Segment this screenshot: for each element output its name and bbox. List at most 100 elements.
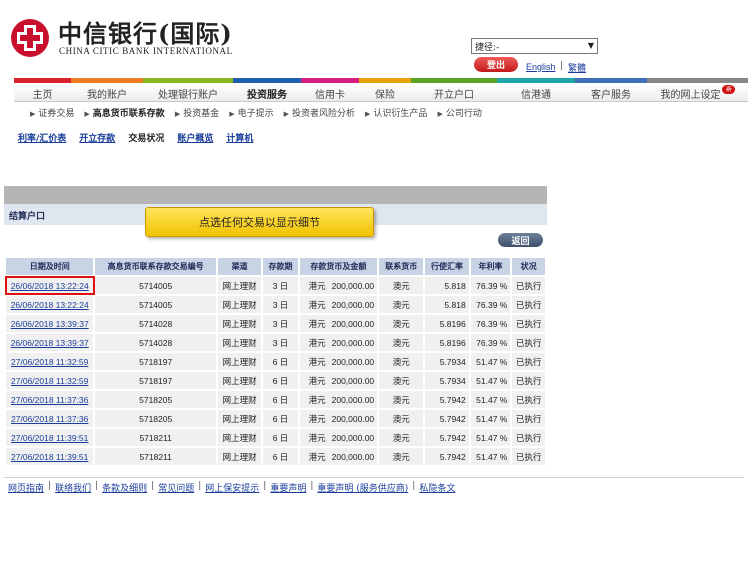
cell-amount: 港元 200,000.00 bbox=[299, 429, 378, 446]
table-row[interactable]: 26/06/2018 13:22:24 5714005 网上理财 3 日港元 200,0… bbox=[6, 296, 545, 313]
footer-link[interactable]: 联络我们 bbox=[55, 481, 91, 494]
cell-amount: 港元 200,000.00 bbox=[299, 372, 378, 389]
page: 中信银行(国际) CHINA CITIC BANK INTERNATIONAL … bbox=[0, 0, 748, 561]
nav-item-home[interactable]: 主页 bbox=[14, 84, 71, 102]
cell-channel: 网上理财 bbox=[217, 315, 262, 332]
cell-rate: 5.7942 bbox=[425, 391, 469, 408]
transaction-link[interactable]: 27/06/2018 11:39:51 bbox=[11, 452, 88, 462]
transaction-link[interactable]: 27/06/2018 11:37:36 bbox=[11, 414, 88, 424]
cell-datetime-link[interactable]: 26/06/2018 13:22:24 bbox=[6, 296, 94, 313]
tab-rates[interactable]: 利率/汇价表 bbox=[18, 131, 66, 144]
sub-nav-item-linked-deposit[interactable]: ▶ 高息货币联系存款 bbox=[84, 106, 164, 119]
table-row[interactable]: 27/06/2018 11:32:59 5718197 网上理财 6 日港元 200,0… bbox=[6, 372, 545, 389]
nav-item-customer-service[interactable]: 客户服务 bbox=[575, 84, 647, 102]
nav-item-insurance[interactable]: 保险 bbox=[359, 84, 411, 102]
transaction-link[interactable]: 26/06/2018 13:39:37 bbox=[11, 338, 89, 348]
col-header-status: 状况 bbox=[512, 258, 545, 275]
tab-account-overview[interactable]: 账户概览 bbox=[177, 131, 213, 144]
table-row[interactable]: 27/06/2018 11:37:36 5718205 网上理财 6 日港元 200,0… bbox=[6, 391, 545, 408]
nav-item-open-account[interactable]: 开立户口 bbox=[411, 84, 497, 102]
quick-link-select[interactable]: 捷径:- ▼ bbox=[471, 38, 598, 54]
footer-link[interactable]: 重要声明 bbox=[270, 481, 306, 494]
transaction-link[interactable]: 26/06/2018 13:22:24 bbox=[11, 300, 89, 310]
col-header-amount: 存款货币及金额 bbox=[299, 258, 378, 275]
tab-calculator[interactable]: 计算机 bbox=[226, 131, 253, 144]
sub-nav-label: 证券交易 bbox=[38, 109, 75, 119]
cell-ref: 5718197 bbox=[95, 353, 216, 370]
nav-item-credit-card[interactable]: 信用卡 bbox=[301, 84, 359, 102]
cell-datetime-link[interactable]: 27/06/2018 11:32:59 bbox=[6, 353, 94, 370]
nav-item-my-settings[interactable]: 我的网上设定 新 bbox=[647, 84, 748, 102]
table-row[interactable]: 27/06/2018 11:39:51 5718211 网上理财 6 日港元 200,0… bbox=[6, 448, 545, 465]
footer-link[interactable]: 重要声明 (服务供应商) bbox=[317, 481, 408, 494]
cell-rate: 5.7934 bbox=[425, 353, 469, 370]
nav-color-strip bbox=[14, 78, 748, 83]
transaction-link[interactable]: 26/06/2018 13:39:37 bbox=[11, 319, 89, 329]
sub-nav-item-securities[interactable]: ▶ 证券交易 bbox=[30, 106, 74, 119]
nav-item-investment[interactable]: 投资服务 bbox=[233, 84, 301, 102]
transaction-link[interactable]: 27/06/2018 11:32:59 bbox=[11, 376, 88, 386]
sub-nav-item-corporate-action[interactable]: ▶ 公司行动 bbox=[437, 106, 481, 119]
nav-item-my-accounts[interactable]: 我的账户 bbox=[71, 84, 143, 102]
cell-datetime-link[interactable]: 27/06/2018 11:32:59 bbox=[6, 372, 94, 389]
cell-datetime-link[interactable]: 26/06/2018 13:39:37 bbox=[6, 334, 94, 351]
table-row[interactable]: 27/06/2018 11:37:36 5718205 网上理财 6 日港元 200,0… bbox=[6, 410, 545, 427]
cell-datetime-link[interactable]: 26/06/2018 13:39:37 bbox=[6, 315, 94, 332]
amount-value: 200,000.00 bbox=[331, 451, 375, 462]
footer-divider bbox=[4, 477, 744, 478]
cell-ref: 5718197 bbox=[95, 372, 216, 389]
footer-link[interactable]: 网页指南 bbox=[8, 481, 44, 494]
table-row[interactable]: 27/06/2018 11:32:59 5718197 网上理财 6 日港元 200,0… bbox=[6, 353, 545, 370]
table-row[interactable]: 27/06/2018 11:39:51 5718211 网上理财 6 日港元 200,0… bbox=[6, 429, 545, 446]
cell-tenor: 3 日 bbox=[263, 315, 298, 332]
table-row[interactable]: 26/06/2018 13:39:37 5714028 网上理财 3 日港元 200,0… bbox=[6, 334, 545, 351]
cell-tenor: 6 日 bbox=[263, 410, 298, 427]
instruction-callout: 点选任何交易以显示细节 bbox=[145, 207, 374, 237]
footer-link[interactable]: 条款及细则 bbox=[102, 481, 147, 494]
cell-datetime-link[interactable]: 27/06/2018 11:37:36 bbox=[6, 391, 94, 408]
new-badge: 新 bbox=[722, 84, 735, 94]
amount-value: 200,000.00 bbox=[331, 432, 375, 443]
nav-item-bank-accounts[interactable]: 处理银行账户 bbox=[143, 84, 233, 102]
back-button[interactable]: 返回 bbox=[498, 233, 543, 247]
cell-tenor: 6 日 bbox=[263, 391, 298, 408]
cell-interest: 51.47 % bbox=[470, 448, 511, 465]
sub-nav-item-funds[interactable]: ▶ 投资基金 bbox=[175, 106, 219, 119]
footer-link[interactable]: 常见问题 bbox=[158, 481, 194, 494]
traditional-chinese-link[interactable]: 繁體 bbox=[568, 61, 586, 74]
cell-status: 已执行 bbox=[512, 296, 545, 313]
cell-ref: 5718211 bbox=[95, 448, 216, 465]
logout-button[interactable]: 登出 bbox=[474, 57, 518, 72]
footer-link[interactable]: 私隐条文 bbox=[419, 481, 455, 494]
tab-open-deposit[interactable]: 开立存款 bbox=[79, 131, 115, 144]
sub-nav-label: 高息货币联系存款 bbox=[92, 109, 165, 119]
cell-status: 已执行 bbox=[512, 334, 545, 351]
sub-nav-label: 投资基金 bbox=[183, 109, 220, 119]
transaction-link[interactable]: 27/06/2018 11:32:59 bbox=[11, 357, 88, 367]
cell-datetime-link[interactable]: 27/06/2018 11:39:51 bbox=[6, 448, 94, 465]
function-tabs: 利率/汇价表 开立存款 交易状况 账户概览 计算机 bbox=[18, 131, 266, 144]
footer-link[interactable]: 网上保安提示 bbox=[205, 481, 259, 494]
transaction-link[interactable]: 27/06/2018 11:39:51 bbox=[11, 433, 88, 443]
cell-interest: 76.39 % bbox=[470, 315, 511, 332]
sub-nav-item-derivatives[interactable]: ▶ 认识衍生产品 bbox=[365, 106, 427, 119]
sub-nav-item-risk-profile[interactable]: ▶ 投资者风险分析 bbox=[284, 106, 355, 119]
footer-separator: | bbox=[310, 481, 314, 491]
tab-transaction-status[interactable]: 交易状况 bbox=[128, 131, 164, 144]
table-row[interactable]: 26/06/2018 13:39:37 5714028 网上理财 3 日港元 200,0… bbox=[6, 315, 545, 332]
cell-amount: 港元 200,000.00 bbox=[299, 334, 378, 351]
amount-value: 200,000.00 bbox=[331, 356, 375, 367]
nav-item-connect[interactable]: 信港通 bbox=[497, 84, 575, 102]
cell-status: 已执行 bbox=[512, 410, 545, 427]
cell-ref: 5718205 bbox=[95, 391, 216, 408]
sub-nav-item-e-alerts[interactable]: ▶ 电子提示 bbox=[229, 106, 273, 119]
cell-linked-ccy: 澳元 bbox=[379, 410, 424, 427]
brand-name-english: CHINA CITIC BANK INTERNATIONAL bbox=[59, 46, 233, 56]
transaction-link[interactable]: 27/06/2018 11:37:36 bbox=[11, 395, 88, 405]
english-link[interactable]: English bbox=[526, 62, 556, 72]
amount-currency: 港元 bbox=[308, 432, 326, 443]
cell-linked-ccy: 澳元 bbox=[379, 315, 424, 332]
cell-datetime-link[interactable]: 27/06/2018 11:37:36 bbox=[6, 410, 94, 427]
amount-currency: 港元 bbox=[308, 451, 326, 462]
cell-datetime-link[interactable]: 27/06/2018 11:39:51 bbox=[6, 429, 94, 446]
